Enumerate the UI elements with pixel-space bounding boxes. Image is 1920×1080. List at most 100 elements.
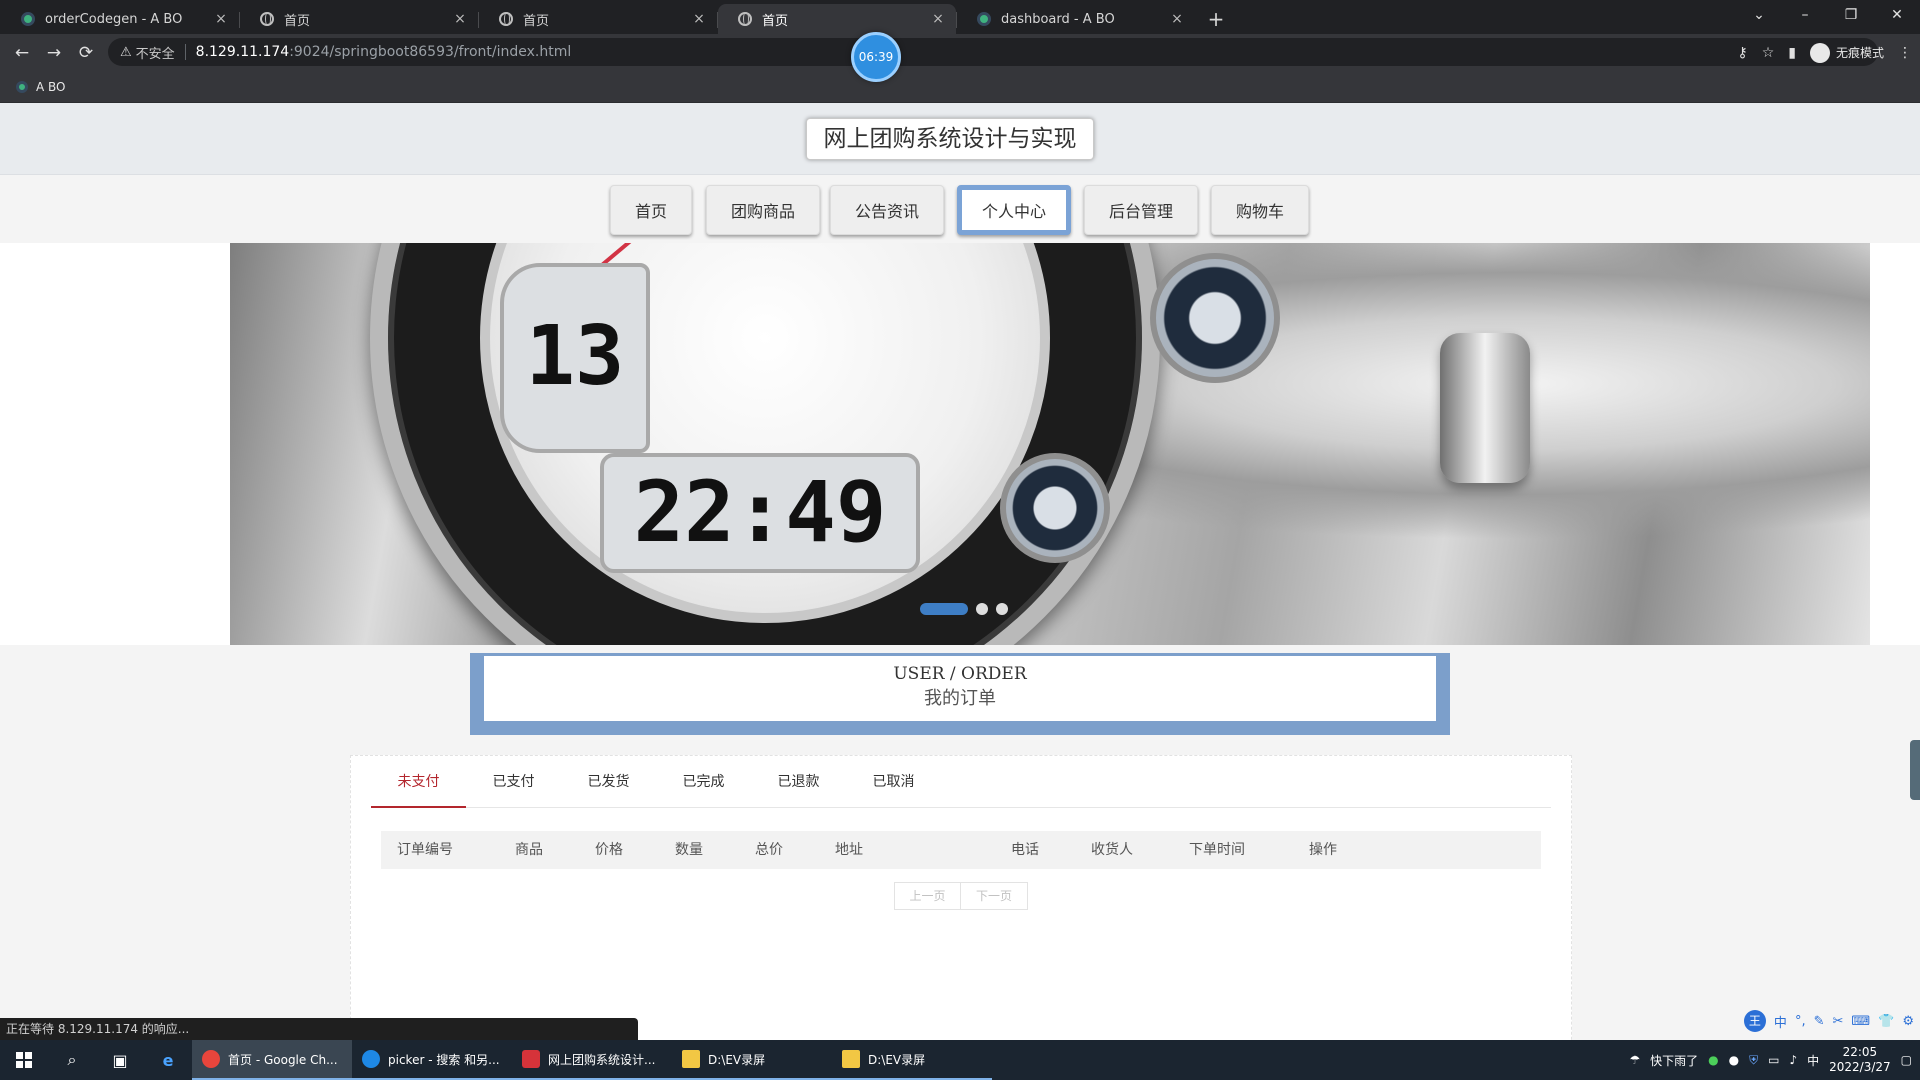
ime-settings-icon[interactable]: ⚙ [1902, 1014, 1914, 1029]
tab-close-icon[interactable]: × [1169, 11, 1185, 27]
warning-icon[interactable]: ⚠ [120, 45, 132, 60]
umbrella-icon[interactable]: ☂ [1629, 1053, 1640, 1067]
star-icon[interactable]: ☆ [1762, 45, 1775, 61]
carousel-dot-active[interactable] [920, 603, 968, 615]
taskbar-app[interactable]: 网上团购系统设计... [512, 1040, 672, 1080]
volume-icon[interactable]: ♪ [1789, 1053, 1797, 1067]
page-viewport: 网上团购系统设计与实现 首页 团购商品 公告资讯 个人中心 后台管理 购物车 1… [0, 103, 1920, 1040]
column-header: 数量 [675, 842, 703, 858]
taskbar-app[interactable]: 首页 - Google Ch... [192, 1040, 352, 1080]
new-tab-button[interactable]: + [1201, 4, 1231, 34]
watch-lcd-side: 13 [500, 263, 650, 453]
order-status-tabs: 未支付 已支付 已发货 已完成 已退款 已取消 [371, 756, 1551, 808]
nav-cart[interactable]: 购物车 [1211, 185, 1309, 235]
nav-user-center[interactable]: 个人中心 [957, 185, 1071, 235]
carousel-dot[interactable] [976, 603, 988, 615]
taskbar-app[interactable]: picker - 搜索 和另... [352, 1040, 512, 1080]
taskbar-app[interactable]: D:\EV录屏 [672, 1040, 832, 1080]
ime-indicator[interactable]: 中 [1807, 1052, 1819, 1069]
browser-tab-strip: orderCodegen - A BO × 首页 × 首页 × 首页 × das… [0, 0, 1920, 34]
ime-toolbar: 王 中 °, ✎ ✂ ⌨ 👕 ⚙ [1743, 1010, 1914, 1032]
back-icon[interactable]: ← [6, 43, 38, 63]
wechat-icon[interactable]: ● [1708, 1053, 1718, 1067]
tab-close-icon[interactable]: × [213, 11, 229, 27]
section-title: USER / ORDER 我的订单 [470, 653, 1450, 735]
nav-admin[interactable]: 后台管理 [1084, 185, 1198, 235]
tab-close-icon[interactable]: × [452, 11, 468, 27]
taskbar-app-label: 首页 - Google Ch... [228, 1052, 338, 1067]
url-path: :9024/springboot86593/front/index.html [289, 44, 572, 60]
tab-refunded[interactable]: 已退款 [751, 756, 846, 808]
weather-label[interactable]: 快下雨了 [1650, 1052, 1698, 1069]
tab-close-icon[interactable]: × [691, 11, 707, 27]
browser-tab[interactable]: dashboard - A BO × [956, 4, 1195, 34]
browser-tab[interactable]: orderCodegen - A BO × [1, 4, 239, 34]
tab-search-icon[interactable]: ⌄ [1736, 0, 1782, 30]
recording-timer[interactable]: 06:39 [851, 32, 901, 82]
address-bar[interactable]: ⚠ 不安全 8.129.11.174 :9024/springboot86593… [108, 38, 1878, 66]
carousel-dot[interactable] [996, 603, 1008, 615]
task-view-icon[interactable]: ▣ [96, 1040, 144, 1080]
browser-tab[interactable]: 首页 × [478, 4, 717, 34]
clock-date: 2022/3/27 [1829, 1060, 1891, 1074]
ime-logo-icon[interactable]: 王 [1743, 1010, 1766, 1032]
side-panel-icon[interactable]: ▮ [1788, 45, 1796, 61]
wps-icon [522, 1050, 540, 1068]
column-header: 商品 [515, 842, 543, 858]
search-icon[interactable]: ⌕ [48, 1040, 96, 1080]
ime-punct-icon[interactable]: °, [1795, 1014, 1806, 1029]
key-icon[interactable]: ⚷ [1737, 45, 1747, 61]
vue-icon [977, 12, 991, 26]
ime-pen-icon[interactable]: ✎ [1814, 1014, 1825, 1029]
next-page-button[interactable]: 下一页 [961, 882, 1028, 910]
nav-home[interactable]: 首页 [610, 185, 692, 235]
chrome-icon [202, 1050, 220, 1068]
watch-crown [1440, 333, 1530, 483]
bookmark-item[interactable]: A BO [36, 80, 66, 94]
browser-status-bar: 正在等待 8.129.11.174 的响应... [0, 1018, 638, 1040]
clock[interactable]: 22:05 2022/3/27 [1829, 1045, 1891, 1075]
tab-shipped[interactable]: 已发货 [561, 756, 656, 808]
browser-tab-active[interactable]: 首页 × [717, 4, 956, 34]
menu-icon[interactable]: ⋮ [1898, 45, 1912, 61]
banner-carousel[interactable]: 13 22:49 [0, 243, 1920, 645]
network-icon[interactable]: ▭ [1768, 1053, 1779, 1067]
forward-icon[interactable]: → [38, 43, 70, 63]
start-button[interactable] [0, 1040, 48, 1080]
prev-page-button[interactable]: 上一页 [894, 882, 961, 910]
qq-icon[interactable]: ● [1729, 1053, 1739, 1067]
column-header: 操作 [1309, 842, 1337, 858]
ime-skin-icon[interactable]: 👕 [1878, 1014, 1894, 1029]
reload-icon[interactable]: ⟳ [70, 43, 102, 63]
tab-cancelled[interactable]: 已取消 [846, 756, 941, 808]
ime-scissors-icon[interactable]: ✂ [1832, 1014, 1843, 1029]
nav-group-goods[interactable]: 团购商品 [706, 185, 820, 235]
tab-title: 首页 [762, 13, 789, 29]
scroll-handle[interactable] [1910, 740, 1920, 800]
tab-title: orderCodegen - A BO [45, 11, 183, 27]
tab-close-icon[interactable]: × [930, 11, 946, 27]
windows-icon [16, 1052, 32, 1068]
taskbar-app-label: picker - 搜索 和另... [388, 1052, 500, 1067]
ime-keyboard-icon[interactable]: ⌨ [1851, 1014, 1870, 1029]
taskbar-app[interactable]: D:\EV录屏 [832, 1040, 992, 1080]
notification-icon[interactable]: ▢ [1901, 1053, 1912, 1067]
shield-icon[interactable]: ⛨ [1749, 1053, 1758, 1068]
globe-icon [738, 12, 752, 26]
minimize-icon[interactable]: – [1782, 0, 1828, 30]
tab-paid[interactable]: 已支付 [466, 756, 561, 808]
watch-subdial [1000, 453, 1110, 563]
tab-title: 首页 [284, 13, 311, 29]
incognito-badge[interactable]: 无痕模式 [1809, 42, 1884, 63]
close-window-icon[interactable]: ✕ [1874, 0, 1920, 30]
security-label[interactable]: 不安全 [136, 43, 175, 62]
incognito-label: 无痕模式 [1835, 46, 1884, 60]
browser-tab[interactable]: 首页 × [239, 4, 478, 34]
nav-news[interactable]: 公告资讯 [830, 185, 944, 235]
restore-icon[interactable]: ❐ [1828, 0, 1874, 30]
ime-mode-icon[interactable]: 中 [1774, 1012, 1787, 1031]
ie-icon[interactable]: e [144, 1040, 192, 1080]
watch-subdial [1150, 253, 1280, 383]
tab-unpaid[interactable]: 未支付 [371, 756, 466, 808]
tab-completed[interactable]: 已完成 [656, 756, 751, 808]
